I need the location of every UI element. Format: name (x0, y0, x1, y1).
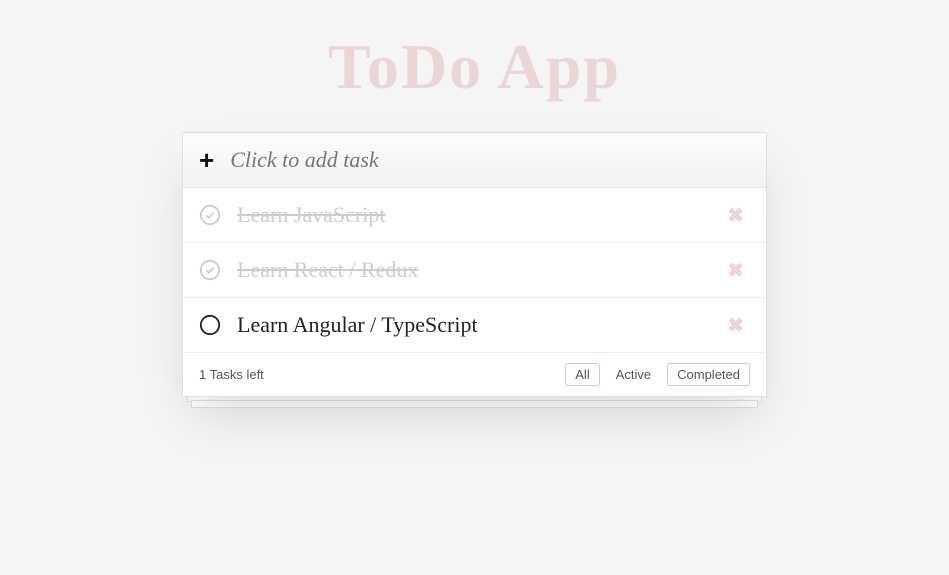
add-task-input[interactable] (230, 147, 750, 173)
task-row: Learn JavaScript ✖ (183, 188, 766, 243)
filter-all-button[interactable]: All (565, 363, 599, 386)
todo-card: + Learn JavaScript ✖ Learn React / Redux… (182, 132, 767, 397)
task-text: Learn React / Redux (237, 257, 721, 283)
check-circle-icon[interactable] (199, 259, 221, 281)
delete-icon[interactable]: ✖ (721, 313, 750, 338)
check-circle-icon[interactable] (199, 204, 221, 226)
empty-circle-icon[interactable] (199, 314, 221, 336)
delete-icon[interactable]: ✖ (721, 203, 750, 228)
task-row: Learn React / Redux ✖ (183, 243, 766, 298)
app-title: ToDo App (0, 30, 949, 104)
plus-icon: + (199, 147, 214, 173)
filter-completed-button[interactable]: Completed (667, 363, 750, 386)
filter-group: All Active Completed (565, 363, 750, 386)
task-text: Learn JavaScript (237, 202, 721, 228)
tasks-left-label: 1 Tasks left (199, 367, 565, 382)
task-text: Learn Angular / TypeScript (237, 312, 721, 338)
delete-icon[interactable]: ✖ (721, 258, 750, 283)
filter-active-button[interactable]: Active (606, 363, 661, 386)
task-list: Learn JavaScript ✖ Learn React / Redux ✖… (183, 188, 766, 353)
add-task-row[interactable]: + (183, 133, 766, 188)
footer-bar: 1 Tasks left All Active Completed (183, 353, 766, 396)
task-row: Learn Angular / TypeScript ✖ (183, 298, 766, 353)
